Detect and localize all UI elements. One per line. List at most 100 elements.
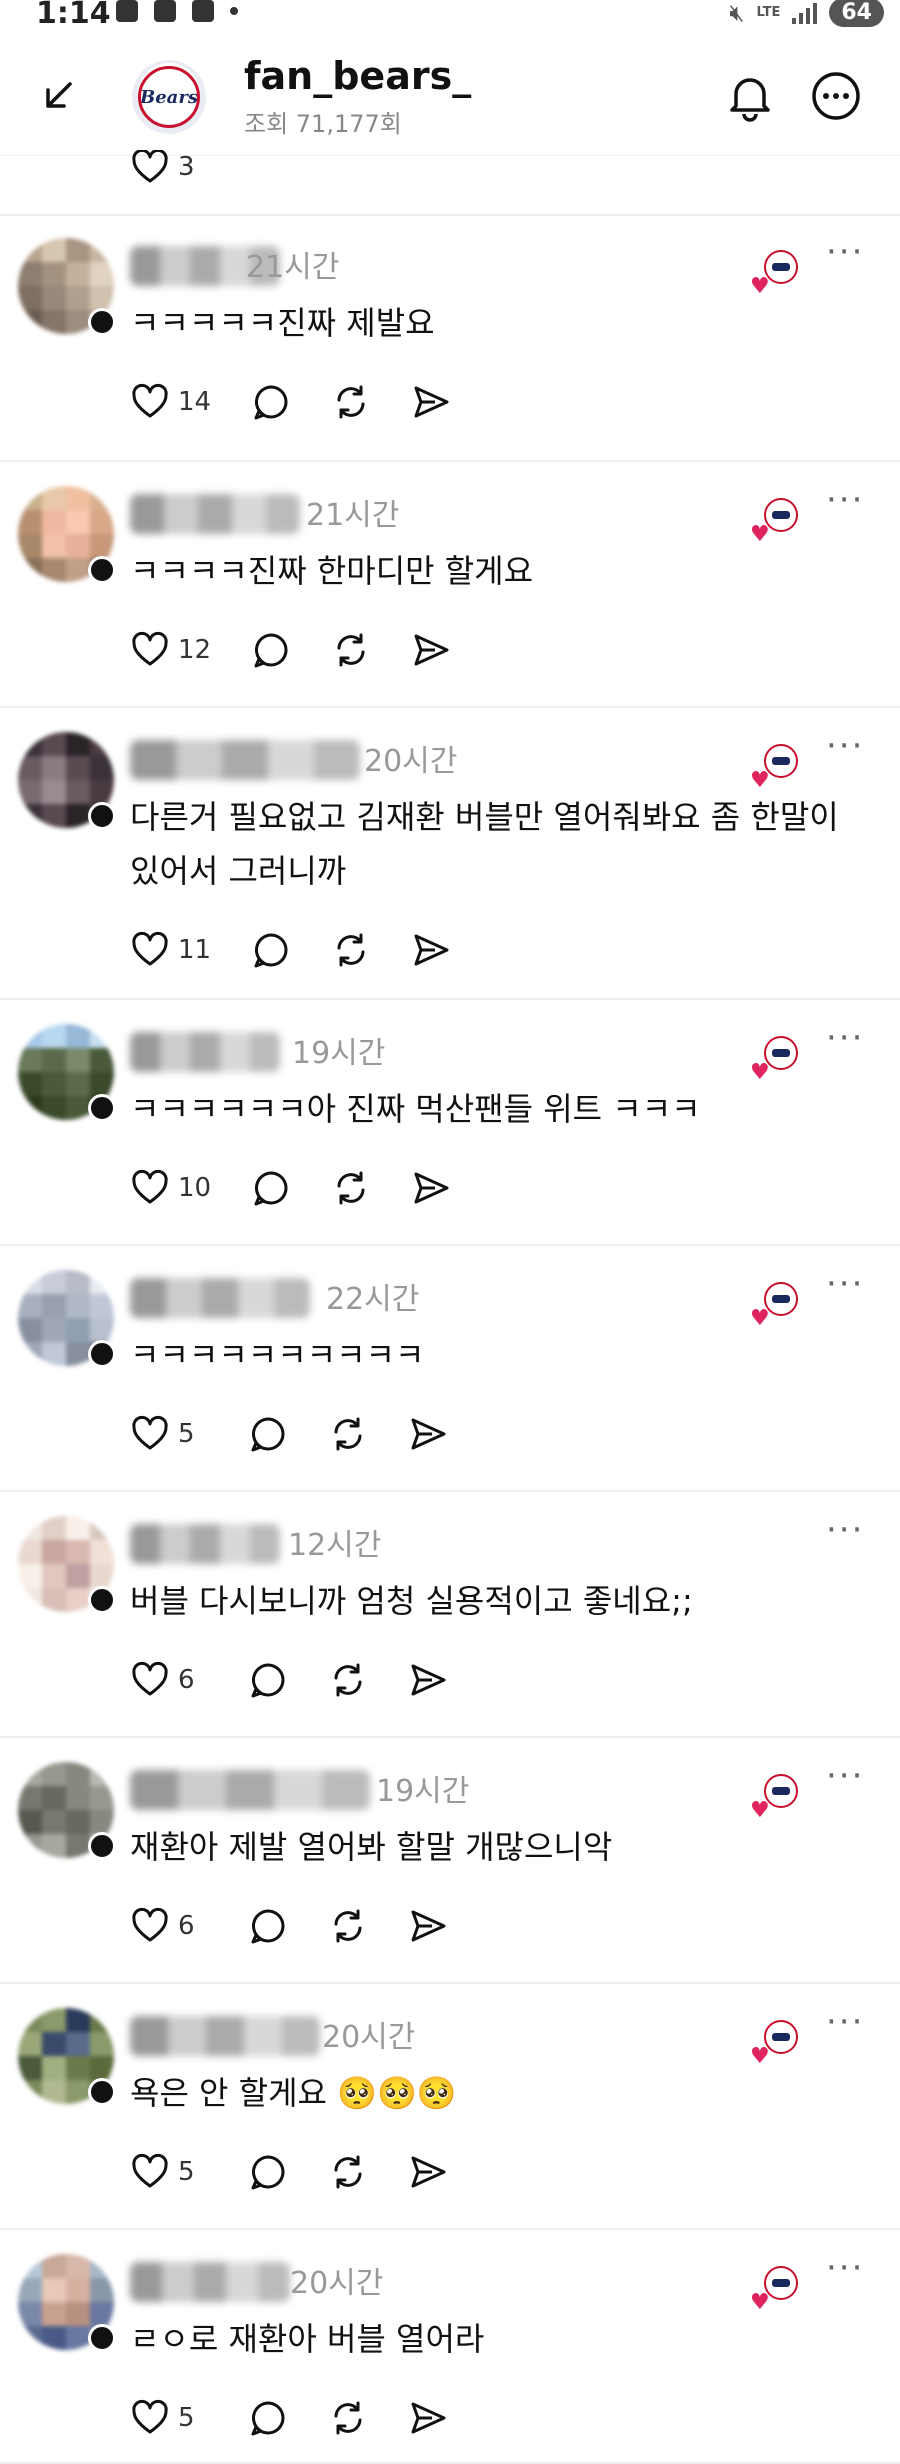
more-circle-icon [812, 72, 860, 120]
reply-button[interactable] [251, 1168, 291, 1208]
commenter-username-blurred[interactable] [130, 1524, 280, 1564]
send-icon [411, 1910, 446, 1942]
share-button[interactable] [411, 930, 451, 970]
send-icon [411, 2402, 446, 2434]
status-bar: 1:14 🔇︎ LTE 64 [0, 0, 900, 32]
comment-item[interactable]: 22시간 ♥ ··· ㅋㅋㅋㅋㅋㅋㅋㅋㅋㅋ 5 [0, 1248, 900, 1492]
view-count: 조회 71,177회 [244, 110, 402, 138]
comment-icon [251, 1909, 285, 1944]
reply-button[interactable] [248, 1906, 288, 1946]
like-button[interactable]: 6 [130, 1660, 208, 1700]
comment-more-button[interactable]: ··· [826, 1510, 864, 1550]
repost-button[interactable] [328, 1660, 368, 1700]
like-button[interactable]: 6 [130, 1906, 208, 1946]
like-button[interactable]: 12 [130, 630, 211, 670]
commenter-username-blurred[interactable] [130, 1770, 370, 1810]
calendar-icon [154, 0, 176, 22]
comment-more-button[interactable]: ··· [826, 1018, 864, 1058]
repost-button[interactable] [328, 2398, 368, 2438]
reply-button[interactable] [248, 2398, 288, 2438]
share-button[interactable] [411, 630, 451, 670]
comment-item[interactable]: 20시간 ♥ ··· 다른거 필요없고 김재환 버블만 열어줘봐요 좀 한말이 있어서… [0, 710, 900, 1000]
profile-avatar[interactable]: Bears [132, 60, 206, 134]
like-count: 10 [178, 1173, 212, 1203]
red-heart-icon: ♥ [750, 2044, 770, 2069]
repost-button[interactable] [328, 1906, 368, 1946]
comment-more-button[interactable]: ··· [826, 1264, 864, 1304]
red-heart-icon: ♥ [750, 1306, 770, 1331]
avatar-badge-icon [88, 308, 116, 336]
comment-item[interactable]: 21시간 ♥ ··· ㅋㅋㅋㅋㅋ진짜 제발요 14 [0, 216, 900, 462]
battery-indicator: 64 [829, 0, 884, 27]
share-button[interactable] [411, 1168, 451, 1208]
send-icon [411, 1664, 446, 1696]
red-heart-icon: ♥ [750, 2290, 770, 2315]
comment-actions: 12 [130, 626, 491, 674]
heart-icon [132, 631, 168, 666]
reply-button[interactable] [251, 930, 291, 970]
share-button[interactable] [411, 382, 451, 422]
like-count: 3 [178, 152, 195, 182]
share-button[interactable] [408, 2152, 448, 2192]
share-button[interactable] [408, 1414, 448, 1454]
commenter-username-blurred[interactable] [130, 1032, 280, 1072]
commenter-username-blurred[interactable] [130, 2262, 290, 2302]
comment-text: 재환아 제발 열어봐 할말 개많으니악 [130, 1828, 613, 1866]
reply-button[interactable] [248, 2152, 288, 2192]
comment-item[interactable]: 12시간 ··· 버블 다시보니까 엄청 실용적이고 좋네요;; 6 [0, 1494, 900, 1738]
commenter-username-blurred[interactable] [130, 2016, 320, 2056]
comment-more-button[interactable]: ··· [826, 232, 864, 272]
like-button[interactable]: 3 [130, 150, 208, 184]
notification-button[interactable] [722, 68, 778, 124]
profile-username[interactable]: fan_bears_ [244, 54, 471, 98]
reply-button[interactable] [248, 1660, 288, 1700]
signal-icon [792, 2, 818, 24]
share-button[interactable] [408, 1660, 448, 1700]
repost-button[interactable] [331, 930, 371, 970]
reply-button[interactable] [251, 382, 291, 422]
comment-more-button[interactable]: ··· [826, 480, 864, 520]
repost-button[interactable] [331, 382, 371, 422]
repost-icon [334, 1909, 362, 1943]
repost-button[interactable] [328, 1414, 368, 1454]
reply-button[interactable] [248, 1414, 288, 1454]
like-button[interactable]: 14 [130, 382, 211, 422]
comment-item[interactable]: 19시간 ♥ ··· 재환아 제발 열어봐 할말 개많으니악 6 [0, 1740, 900, 1984]
like-button[interactable]: 11 [130, 930, 211, 970]
reply-button[interactable] [251, 630, 291, 670]
comment-more-button[interactable]: ··· [826, 2002, 864, 2042]
comment-actions: 11 [130, 926, 491, 974]
share-button[interactable] [408, 2398, 448, 2438]
comment-more-button[interactable]: ··· [826, 726, 864, 766]
comment-item[interactable]: 20시간 ♥ ··· ㄹㅇ로 재환아 버블 열어라 5 [0, 2232, 900, 2464]
author-liked-indicator: ♥ [750, 1036, 798, 1084]
comment-more-button[interactable]: ··· [826, 2248, 864, 2288]
commenter-username-blurred[interactable] [130, 740, 360, 780]
repost-button[interactable] [331, 630, 371, 670]
comment-icon [251, 1663, 285, 1698]
comment-text: ㄹㅇ로 재환아 버블 열어라 [130, 2320, 485, 2358]
back-button[interactable] [40, 76, 80, 116]
repost-button[interactable] [331, 1168, 371, 1208]
more-options-button[interactable] [808, 68, 864, 124]
heart-icon [132, 1169, 168, 1204]
avatar-badge-icon [88, 1586, 116, 1614]
heart-icon [132, 1661, 168, 1696]
like-button[interactable]: 5 [130, 1414, 208, 1454]
commenter-username-blurred[interactable] [130, 494, 300, 534]
comment-item[interactable]: 19시간 ♥ ··· ㅋㅋㅋㅋㅋㅋ아 진짜 먹산팬들 위트 ㅋㅋㅋ 10 [0, 1002, 900, 1246]
comment-item[interactable]: 21시간 ♥ ··· ㅋㅋㅋㅋ진짜 한마디만 할게요 12 [0, 464, 900, 708]
comment-item[interactable]: 20시간 ♥ ··· 욕은 안 할게요 🥺🥺🥺 5 [0, 1986, 900, 2230]
repost-button[interactable] [328, 2152, 368, 2192]
comment-time: 21시간 [246, 250, 340, 285]
heart-icon [132, 1415, 168, 1450]
like-button[interactable]: 5 [130, 2398, 208, 2438]
comment-actions: 6 [130, 1656, 488, 1704]
comment-more-button[interactable]: ··· [826, 1756, 864, 1796]
status-time: 1:14 [36, 0, 111, 31]
share-button[interactable] [408, 1906, 448, 1946]
comment-text: ㅋㅋㅋㅋ진짜 한마디만 할게요 [130, 552, 534, 590]
like-button[interactable]: 5 [130, 2152, 208, 2192]
like-button[interactable]: 10 [130, 1168, 211, 1208]
commenter-username-blurred[interactable] [130, 1278, 310, 1318]
